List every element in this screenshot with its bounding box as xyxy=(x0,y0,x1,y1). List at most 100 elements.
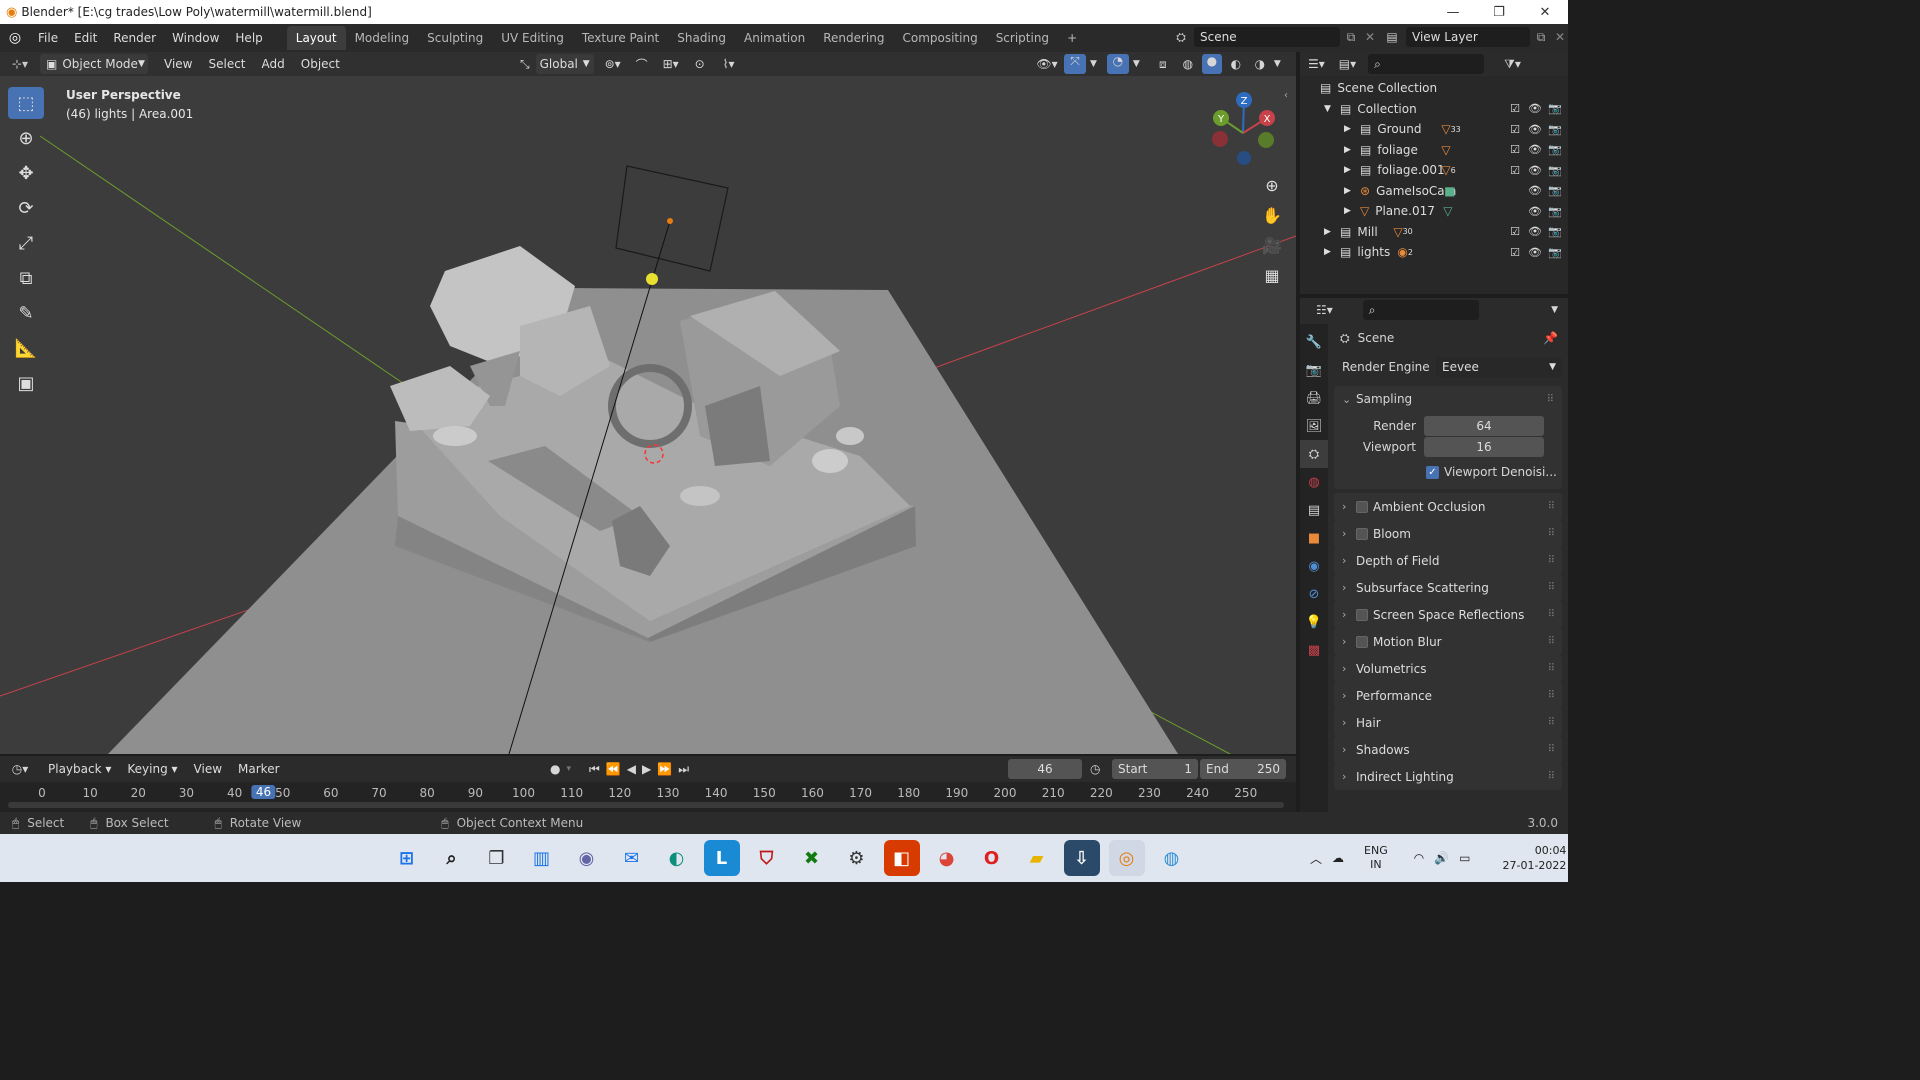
panel-depth-of-field[interactable]: › Depth of Field ⠿ xyxy=(1334,547,1562,574)
menu-help[interactable]: Help xyxy=(227,27,270,49)
shading-options-icon[interactable]: ▼ xyxy=(1274,59,1281,69)
mode-select[interactable]: ▣ Object Mode ▼ xyxy=(40,54,148,74)
timeline-scrollbar[interactable] xyxy=(8,802,1284,808)
properties-search-input[interactable]: ⌕ xyxy=(1362,300,1479,320)
keying-dropdown-icon[interactable]: ▾ xyxy=(566,764,571,774)
mail-icon[interactable]: ✉ xyxy=(614,840,650,876)
expand-right-icon[interactable]: ▶ xyxy=(1344,145,1360,155)
drag-handle-icon[interactable]: ⠿ xyxy=(1548,501,1555,512)
scene-tab-icon[interactable]: ⛭ xyxy=(1300,440,1328,468)
eye-icon[interactable]: 👁 xyxy=(1528,246,1542,259)
teams-icon[interactable]: ◉ xyxy=(569,840,605,876)
blender-launcher-icon[interactable]: ⇩ xyxy=(1063,840,1100,876)
drag-handle-icon[interactable]: ⠿ xyxy=(1548,636,1555,647)
expand-right-icon[interactable]: › xyxy=(1342,581,1356,594)
world-tab-icon[interactable]: ◍ xyxy=(1300,468,1328,496)
start-icon[interactable]: ⊞ xyxy=(389,840,425,876)
camera-icon[interactable]: 📷 xyxy=(1548,225,1562,238)
texture-tab-icon[interactable]: ▩ xyxy=(1300,636,1328,664)
gizmo-toggle-icon[interactable]: ⤧ xyxy=(1064,54,1086,74)
cursor-tool-icon[interactable]: ⊕ xyxy=(8,122,44,154)
checkbox-icon[interactable]: ☑ xyxy=(1508,246,1522,259)
restore-button[interactable]: ❐ xyxy=(1476,0,1522,24)
data-tab-icon[interactable]: 💡 xyxy=(1300,608,1328,636)
panel-volumetrics[interactable]: › Volumetrics ⠿ xyxy=(1334,655,1562,682)
panel-enable-checkbox[interactable] xyxy=(1356,608,1368,621)
outliner-item-ground[interactable]: ▶ ▤ Ground ▽ 33 ☑ 👁 📷 xyxy=(1300,119,1568,140)
panel-ambient-occlusion[interactable]: › Ambient Occlusion ⠿ xyxy=(1334,493,1562,520)
editor-type-icon[interactable]: ⊹▾ xyxy=(0,57,40,71)
panel-subsurface-scattering[interactable]: › Subsurface Scattering ⠿ xyxy=(1334,574,1562,601)
viewport-menu-add[interactable]: Add xyxy=(254,53,293,75)
settings-icon[interactable]: ⚙ xyxy=(839,840,875,876)
output-tab-icon[interactable]: 🖨 xyxy=(1300,384,1328,412)
delete-view-layer-icon[interactable]: ✕ xyxy=(1552,30,1568,44)
sampling-panel-title[interactable]: Sampling xyxy=(1356,392,1412,406)
end-frame-field[interactable]: End 250 xyxy=(1200,759,1286,779)
collection-tab-icon[interactable]: ▤ xyxy=(1300,496,1328,524)
play-icon[interactable]: ▶ xyxy=(642,762,651,776)
outliner-item-foliage-001[interactable]: ▶ ▤ foliage.001 ▽ 6 ☑ 👁 📷 xyxy=(1300,160,1568,181)
checkbox-icon[interactable]: ☑ xyxy=(1508,123,1522,136)
tab-scripting[interactable]: Scripting xyxy=(987,26,1058,50)
object-tab-icon[interactable]: ■ xyxy=(1300,524,1328,552)
tray-chevron-icon[interactable]: ︿ xyxy=(1310,850,1322,867)
minimize-button[interactable]: — xyxy=(1430,0,1476,24)
panel-bloom[interactable]: › Bloom ⠿ xyxy=(1334,520,1562,547)
outliner-item-mill[interactable]: ▶ ▤ Mill ▽ 30 ☑ 👁 📷 xyxy=(1300,222,1568,243)
overlay-toggle-icon[interactable]: ◔ xyxy=(1106,54,1129,74)
prev-keyframe-icon[interactable]: ⏪ xyxy=(606,762,621,776)
expand-right-icon[interactable]: › xyxy=(1342,716,1356,729)
expand-right-icon[interactable]: › xyxy=(1342,770,1356,783)
transform-tool-icon[interactable]: ⧉ xyxy=(8,262,44,294)
expand-right-icon[interactable]: › xyxy=(1342,500,1356,513)
viewport-menu-view[interactable]: View xyxy=(156,53,200,75)
expand-right-icon[interactable]: › xyxy=(1342,635,1356,648)
expand-right-icon[interactable]: ▶ xyxy=(1324,247,1340,257)
view-layer-field[interactable]: View Layer xyxy=(1406,27,1530,47)
menu-file[interactable]: File xyxy=(30,27,66,49)
eye-icon[interactable]: 👁 xyxy=(1528,123,1542,136)
panel-enable-checkbox[interactable] xyxy=(1356,527,1368,540)
outliner-item-gameisocam[interactable]: ▶ ⊛ GameIsoCam ■ 👁 📷 xyxy=(1300,181,1568,202)
tab-shading[interactable]: Shading xyxy=(668,26,735,50)
expand-right-icon[interactable]: ▶ xyxy=(1344,186,1360,196)
visibility-icon[interactable]: 👁▾ xyxy=(1034,57,1060,71)
drag-handle-icon[interactable]: ⠿ xyxy=(1548,771,1555,782)
task-view-icon[interactable]: ❐ xyxy=(479,840,515,876)
checkbox-icon[interactable]: ☑ xyxy=(1508,102,1522,115)
xray-toggle-icon[interactable]: ⧈ xyxy=(1152,57,1174,72)
display-mode-icon[interactable]: ▤▾ xyxy=(1339,57,1356,71)
camera-icon[interactable]: 📷 xyxy=(1548,123,1562,136)
view-layer-icon[interactable]: ▤ xyxy=(1378,30,1406,44)
pivot-point-icon[interactable]: ⊚▾ xyxy=(600,57,626,71)
view-layer-tab-icon[interactable]: 🖼 xyxy=(1300,412,1328,440)
new-view-layer-icon[interactable]: ⧉ xyxy=(1530,30,1552,45)
drag-handle-icon[interactable]: ⠿ xyxy=(1548,555,1555,566)
annotate-tool-icon[interactable]: ✎ xyxy=(8,297,44,329)
timeline-editor-icon[interactable]: ◷▾ xyxy=(0,762,40,776)
drag-handle-icon[interactable]: ⠿ xyxy=(1548,528,1555,539)
perspective-toggle-icon[interactable]: ▦ xyxy=(1258,262,1286,288)
tab-uv-editing[interactable]: UV Editing xyxy=(492,26,573,50)
drag-handle-icon[interactable]: ⠿ xyxy=(1548,690,1555,701)
transform-orientation-select[interactable]: Global ▼ xyxy=(535,54,594,74)
snap-icon[interactable]: ⌒ xyxy=(632,56,652,73)
outliner-scene-collection[interactable]: ▤ Scene Collection xyxy=(1300,78,1568,99)
checkbox-icon[interactable]: ☑ xyxy=(1508,164,1522,177)
chrome-icon[interactable]: ◕ xyxy=(929,840,965,876)
search-icon[interactable]: ⌕ xyxy=(434,840,470,876)
start-frame-field[interactable]: Start 1 xyxy=(1112,759,1198,779)
expand-right-icon[interactable]: › xyxy=(1342,743,1356,756)
blender-menu-icon[interactable]: ◎ xyxy=(0,30,30,46)
timeline-menu-playback[interactable]: Playback ▾ xyxy=(40,758,119,780)
blender-icon[interactable]: ◎ xyxy=(1108,840,1145,876)
panel-enable-checkbox[interactable] xyxy=(1356,635,1368,648)
eye-icon[interactable]: 👁 xyxy=(1528,205,1542,218)
xbox-icon[interactable]: ✖ xyxy=(794,840,830,876)
expand-right-icon[interactable]: › xyxy=(1342,689,1356,702)
viewport-menu-object[interactable]: Object xyxy=(293,53,348,75)
camera-view-icon[interactable]: 🎥 xyxy=(1258,232,1286,258)
delete-scene-icon[interactable]: ✕ xyxy=(1362,30,1378,44)
move-tool-icon[interactable]: ✥ xyxy=(8,157,44,189)
